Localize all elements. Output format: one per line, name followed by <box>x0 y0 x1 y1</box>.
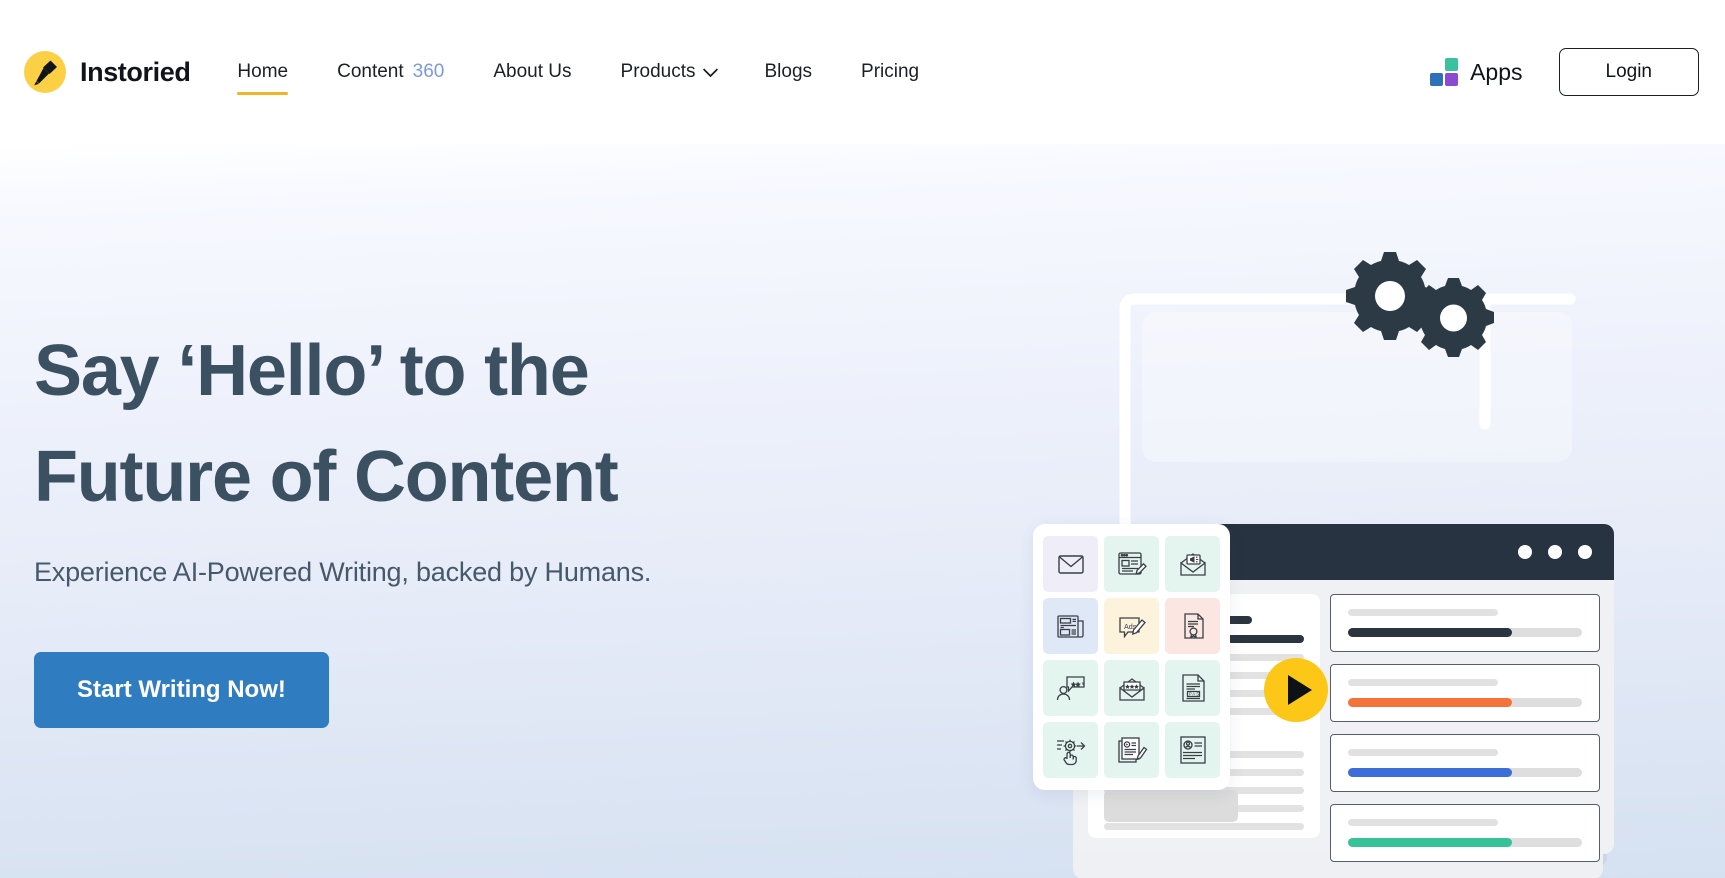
stat-label <box>1348 749 1498 756</box>
stat-track <box>1348 768 1582 777</box>
window-dot-1 <box>1518 545 1532 559</box>
stat-label <box>1348 609 1498 616</box>
nav-item-home[interactable]: Home <box>237 55 289 95</box>
hero-copy: Say ‘Hello’ to the Future of Content Exp… <box>34 318 754 728</box>
nav-label: Content <box>337 61 404 82</box>
email-megaphone-icon <box>1179 553 1206 576</box>
brand-logo[interactable]: Instoried <box>24 51 191 93</box>
nav-label-suffix: 360 <box>412 61 445 82</box>
apps-grid-icon <box>1429 57 1459 87</box>
hero-subtitle: Experience AI-Powered Writing, backed by… <box>34 557 652 587</box>
nav-item-pricing[interactable]: Pricing <box>861 55 919 89</box>
hero-title-line-1: Say ‘Hello’ to the <box>34 331 590 411</box>
pas-doc-icon: PAS <box>1181 674 1205 702</box>
stat-fill-orange <box>1348 698 1512 707</box>
icon-cell-review-rating[interactable] <box>1043 660 1098 716</box>
nav-item-blogs[interactable]: Blogs <box>765 55 813 89</box>
window-dot-2 <box>1548 545 1562 559</box>
hero-illustration: Ads PAS <box>1010 252 1725 878</box>
nav-item-about-us[interactable]: About Us <box>493 55 571 89</box>
envelope-icon <box>1057 555 1084 574</box>
chevron-down-icon <box>702 61 718 77</box>
icon-cell-blog-edit[interactable] <box>1104 536 1159 592</box>
svg-text:PAS: PAS <box>1188 692 1199 697</box>
page-root: Instoried Home Content 360 About Us Produ… <box>0 0 1725 878</box>
stat-track <box>1348 628 1582 637</box>
stat-card <box>1330 664 1600 722</box>
stat-card <box>1330 804 1600 862</box>
nav-label: Blogs <box>764 61 813 82</box>
nav-label: Products <box>620 61 696 82</box>
hero-title: Say ‘Hello’ to the Future of Content <box>34 318 754 530</box>
nav-item-products[interactable]: Products <box>620 55 718 89</box>
icon-cell-pas-doc[interactable]: PAS <box>1165 660 1220 716</box>
profile-doc-icon <box>1179 736 1206 764</box>
content-type-icon-grid: Ads PAS <box>1033 524 1230 790</box>
site-header: Instoried Home Content 360 About Us Produ… <box>0 0 1725 144</box>
nav-label: Pricing <box>861 61 920 82</box>
stats-card-list <box>1330 594 1600 862</box>
stat-card <box>1330 734 1600 792</box>
blog-edit-icon <box>1117 552 1147 575</box>
hero-title-line-2: Future of Content <box>34 437 619 517</box>
login-button[interactable]: Login <box>1558 48 1699 96</box>
doc-image-placeholder <box>1104 790 1238 822</box>
apps-label: Apps <box>1470 58 1523 85</box>
press-release-icon <box>1056 615 1084 638</box>
main-navigation: Home Content 360 About Us Products Blogs … <box>237 55 968 95</box>
play-button[interactable] <box>1264 658 1328 722</box>
window-dot-3 <box>1578 545 1592 559</box>
review-rating-icon <box>1056 676 1085 701</box>
stat-track <box>1348 698 1582 707</box>
stat-label <box>1348 679 1498 686</box>
header-actions: Apps Login <box>1429 48 1699 96</box>
icon-cell-certificate-doc[interactable] <box>1165 598 1220 654</box>
nav-label: About Us <box>493 61 572 82</box>
stat-track <box>1348 838 1582 847</box>
article-write-icon <box>1117 737 1147 763</box>
hero-section: Say ‘Hello’ to the Future of Content Exp… <box>0 144 1725 878</box>
nav-item-content360[interactable]: Content 360 <box>337 55 444 89</box>
certificate-doc-icon <box>1183 613 1204 639</box>
pen-nib-icon <box>24 51 66 93</box>
icon-cell-profile-doc[interactable] <box>1165 722 1220 778</box>
workflow-click-icon <box>1056 739 1085 766</box>
stat-fill-blue <box>1348 768 1512 777</box>
icon-cell-workflow-click[interactable] <box>1043 722 1098 778</box>
brand-name: Instoried <box>80 56 191 87</box>
stat-fill-dark <box>1348 628 1512 637</box>
doc-line <box>1104 823 1304 830</box>
stat-label <box>1348 819 1498 826</box>
start-writing-button[interactable]: Start Writing Now! <box>34 652 329 728</box>
ads-copy-icon: Ads <box>1118 617 1146 639</box>
icon-cell-envelope[interactable] <box>1043 536 1098 592</box>
nav-label: Home <box>237 61 289 82</box>
play-triangle-icon <box>1287 675 1312 705</box>
apps-launcher[interactable]: Apps <box>1429 57 1523 87</box>
icon-cell-press-release[interactable] <box>1043 598 1098 654</box>
email-rating-icon <box>1118 678 1145 701</box>
stat-card <box>1330 594 1600 652</box>
icon-cell-email-megaphone[interactable] <box>1165 536 1220 592</box>
gears-icon <box>1346 252 1494 357</box>
stat-fill-green <box>1348 838 1512 847</box>
icon-cell-ads-copy[interactable]: Ads <box>1104 598 1159 654</box>
icon-cell-email-rating[interactable] <box>1104 660 1159 716</box>
icon-cell-article-write[interactable] <box>1104 722 1159 778</box>
